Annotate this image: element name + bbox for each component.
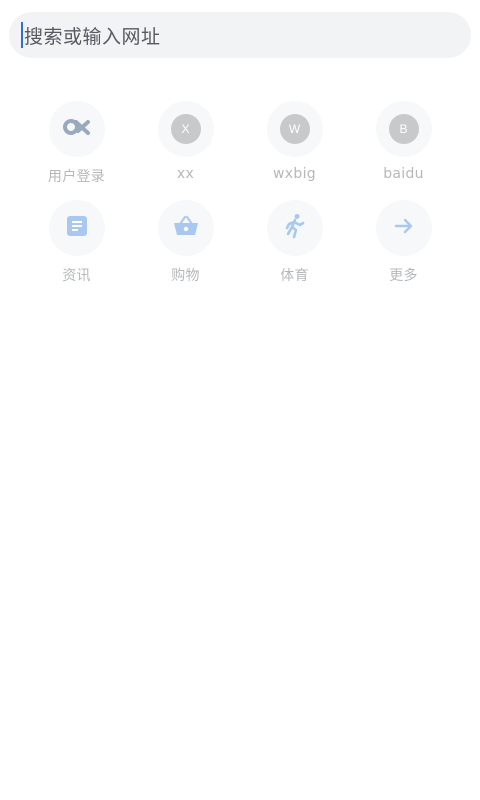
text-cursor [21,22,23,48]
shortcut-user-login[interactable]: 用户登录 [22,101,131,200]
letter-b-icon: B [388,114,419,144]
shortcut-label: baidu [383,166,424,182]
shortcut-grid: 用户登录 X xx W wxbig B baidu 资讯 购物 体育 更多 [22,101,458,299]
shortcut-icon-container [48,200,105,256]
arrow-right-icon [392,214,416,242]
shortcut-icon-container [157,200,214,256]
shortcut-label: wxbig [273,166,316,182]
running-person-icon [283,213,307,243]
shortcut-xx[interactable]: X xx [131,101,240,200]
shortcut-icon-container: X [157,101,214,157]
shortcut-icon-container [48,101,105,157]
shortcut-label: 更多 [389,268,418,284]
shortcut-label: 资讯 [62,268,91,284]
shortcut-label: 购物 [171,268,200,284]
infinity-logo-icon [62,118,92,140]
letter-x-icon: X [170,114,201,144]
shortcut-shopping[interactable]: 购物 [131,200,240,299]
shortcut-baidu[interactable]: B baidu [349,101,458,200]
shortcut-icon-container: W [266,101,323,157]
shortcut-label: 用户登录 [47,169,106,185]
search-bar[interactable]: 搜索或输入网址 [9,12,471,58]
shortcut-label: 体育 [280,268,309,284]
shortcut-label: xx [176,166,195,182]
shopping-basket-icon [172,214,200,242]
shortcut-news[interactable]: 资讯 [22,200,131,299]
shortcut-more[interactable]: 更多 [349,200,458,299]
shortcut-sports[interactable]: 体育 [240,200,349,299]
search-input[interactable]: 搜索或输入网址 [24,22,161,49]
letter-w-icon: W [279,114,310,144]
shortcut-icon-container [375,200,432,256]
shortcut-icon-container: B [375,101,432,157]
shortcut-icon-container [266,200,323,256]
news-icon [65,214,89,242]
shortcut-wxbig[interactable]: W wxbig [240,101,349,200]
